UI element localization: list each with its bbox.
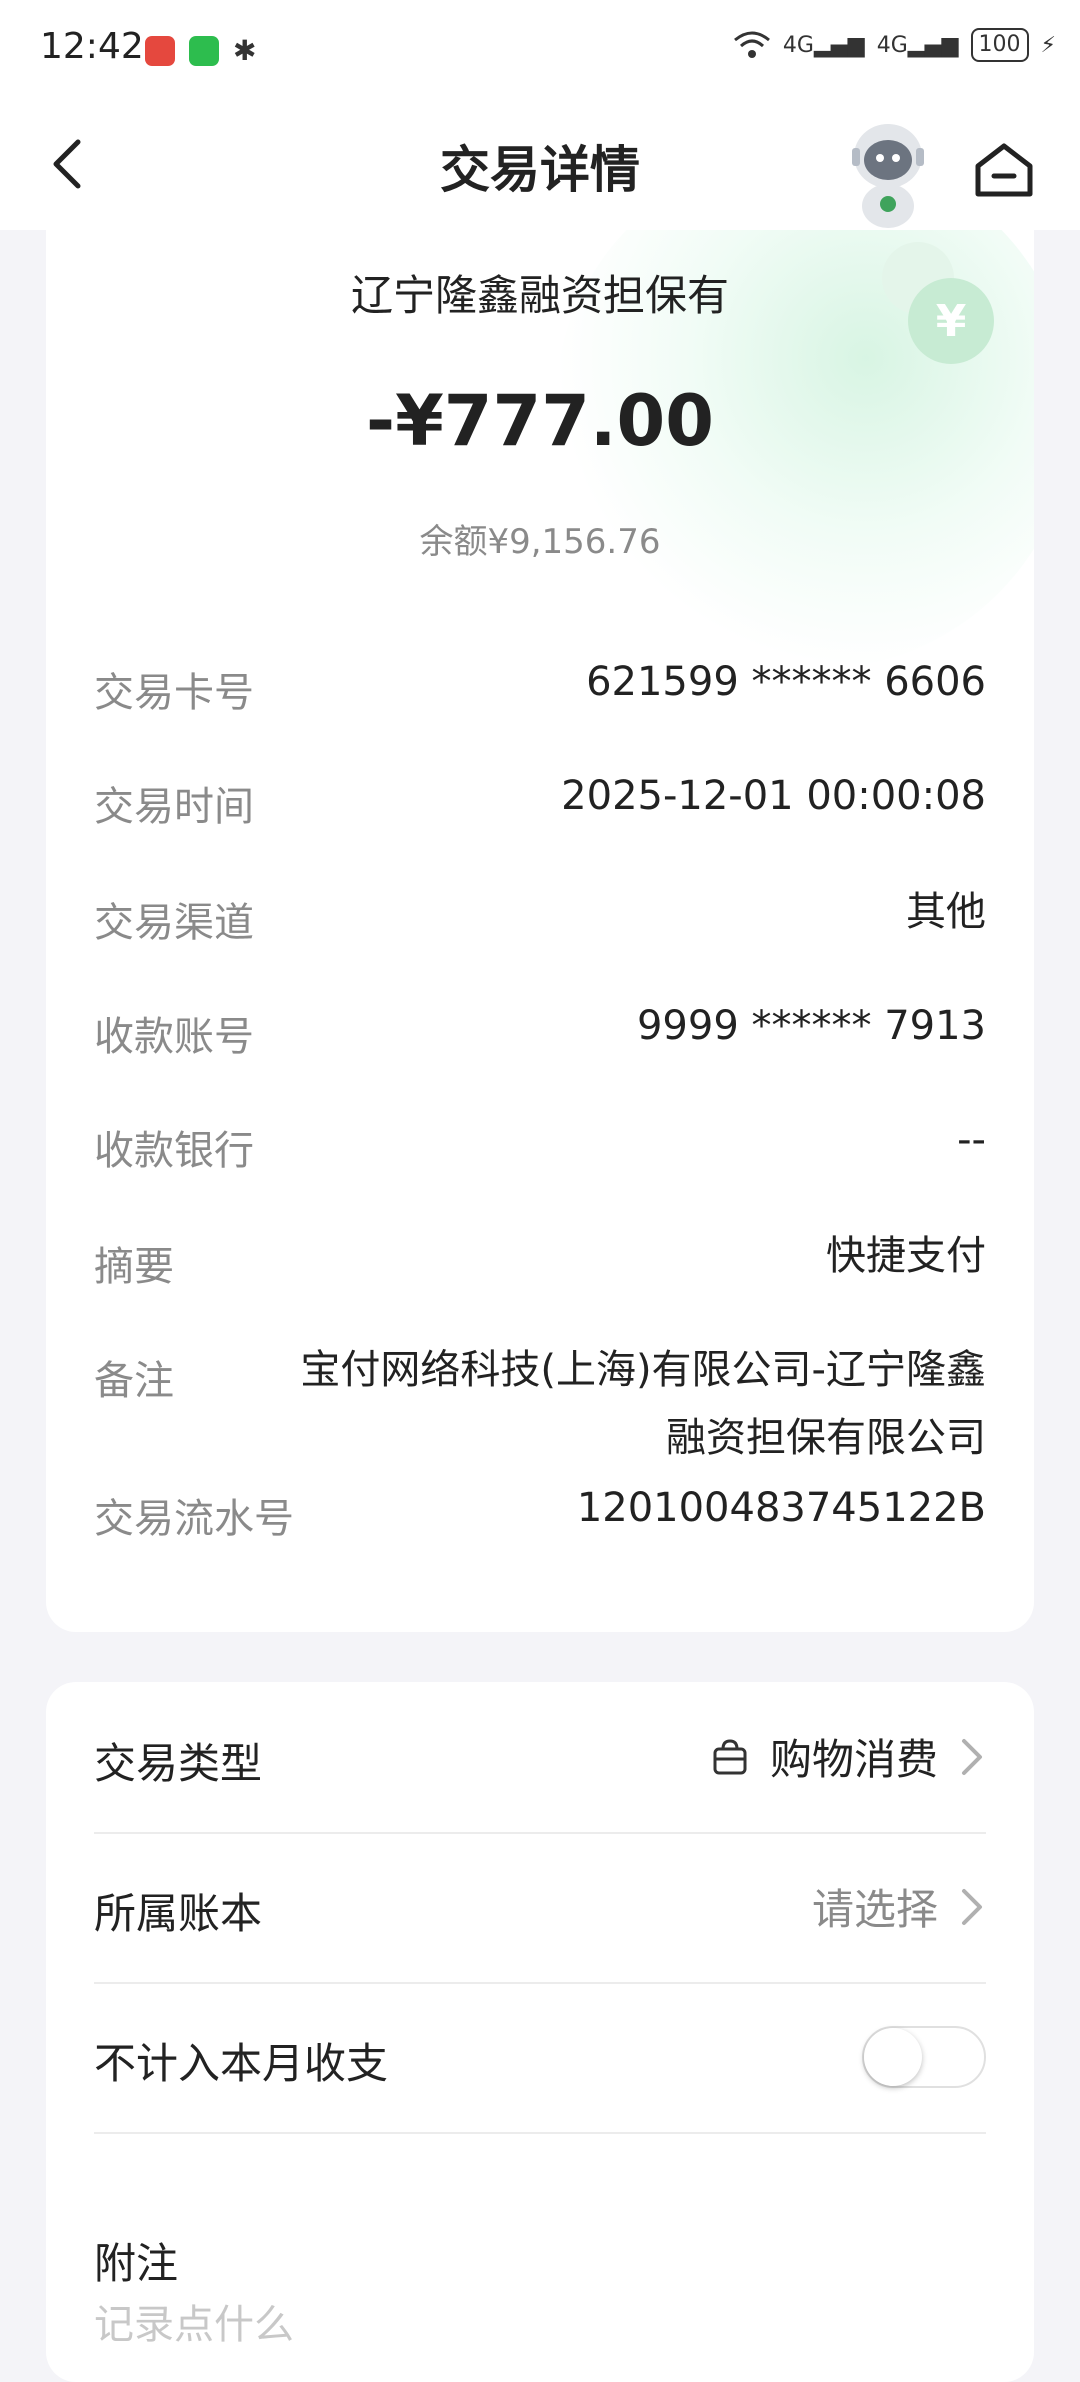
status-time: 12:42 <box>40 26 144 67</box>
transaction-type-label: 交易类型 <box>94 1739 263 1788</box>
account-book-value: 请选择 <box>811 1885 938 1934</box>
detail-value: 621599 ****** 6606 <box>586 659 986 705</box>
wechat-icon <box>189 35 219 66</box>
signal-icon-1: 4G▂▄▆ <box>782 32 865 58</box>
detail-value: 2025-12-01 00:00:08 <box>561 773 986 819</box>
assistant-robot-icon[interactable] <box>838 112 938 232</box>
signal-icon-2: 4G▂▄▆ <box>876 32 959 58</box>
transaction-card: ¥ 辽宁隆鑫融资担保有 -¥777.00 余额¥9,156.76 交易卡号 62… <box>46 230 1034 1632</box>
note-input[interactable] <box>94 2302 986 2348</box>
transaction-type-row[interactable]: 交易类型 购物消费 <box>94 1682 986 1834</box>
battery-icon: 100 <box>970 28 1029 62</box>
merchant-name: 辽宁隆鑫融资担保有 <box>350 271 729 320</box>
detail-label: 收款账号 <box>94 1014 254 1060</box>
bluetooth-icon: ✱ <box>233 34 257 67</box>
app-notification-icon <box>145 35 175 66</box>
detail-label: 备注 <box>94 1358 174 1404</box>
detail-label: 交易时间 <box>94 784 254 830</box>
detail-label: 交易卡号 <box>94 670 254 716</box>
detail-value: 其他 <box>906 889 986 935</box>
notification-icons: ✱ <box>145 34 256 67</box>
wifi-icon <box>733 31 770 58</box>
account-book-row[interactable]: 所属账本 请选择 <box>94 1832 986 1984</box>
note-title: 附注 <box>94 2239 179 2288</box>
detail-label: 交易流水号 <box>94 1496 294 1542</box>
detail-value: 宝付网络科技(上海)有限公司-辽宁隆鑫融资担保有限公司 <box>300 1347 986 1461</box>
detail-label: 收款银行 <box>94 1128 254 1174</box>
detail-value: -- <box>957 1117 986 1163</box>
detail-label: 摘要 <box>94 1244 174 1290</box>
shopping-bag-icon <box>713 1738 747 1774</box>
account-book-selector[interactable]: 请选择 <box>812 1876 986 1937</box>
toggle-knob <box>864 2028 922 2086</box>
exclude-monthly-toggle[interactable] <box>862 2026 986 2088</box>
exclude-monthly-label: 不计入本月收支 <box>94 2039 389 2088</box>
account-book-label: 所属账本 <box>94 1889 263 1938</box>
detail-label: 交易渠道 <box>94 900 254 946</box>
header: 交易详情 <box>0 100 1080 230</box>
exclude-monthly-row: 不计入本月收支 <box>94 1982 986 2134</box>
chevron-right-icon <box>962 1738 982 1775</box>
detail-value: 9999 ****** 7913 <box>636 1003 986 1049</box>
transaction-type-selector[interactable]: 购物消费 <box>710 1726 986 1787</box>
transaction-type-value: 购物消费 <box>769 1735 938 1784</box>
options-card: 交易类型 购物消费 所属账本 请选择 不计入本月收支 附注 <box>46 1682 1034 2382</box>
chevron-right-icon <box>962 1888 982 1925</box>
system-icons: 4G▂▄▆ 4G▂▄▆ 100 ⚡ <box>733 28 1056 62</box>
detail-value: 120100483745122B <box>576 1485 986 1531</box>
detail-value: 快捷支付 <box>826 1233 986 1279</box>
balance-text: 余额¥9,156.76 <box>419 522 661 562</box>
status-bar: 12:42 ✱ 4G▂▄▆ 4G▂▄▆ 100 ⚡ <box>0 0 1080 100</box>
home-icon[interactable] <box>972 140 1036 200</box>
charging-icon: ⚡ <box>1040 32 1056 58</box>
transaction-amount: -¥777.00 <box>366 380 714 462</box>
